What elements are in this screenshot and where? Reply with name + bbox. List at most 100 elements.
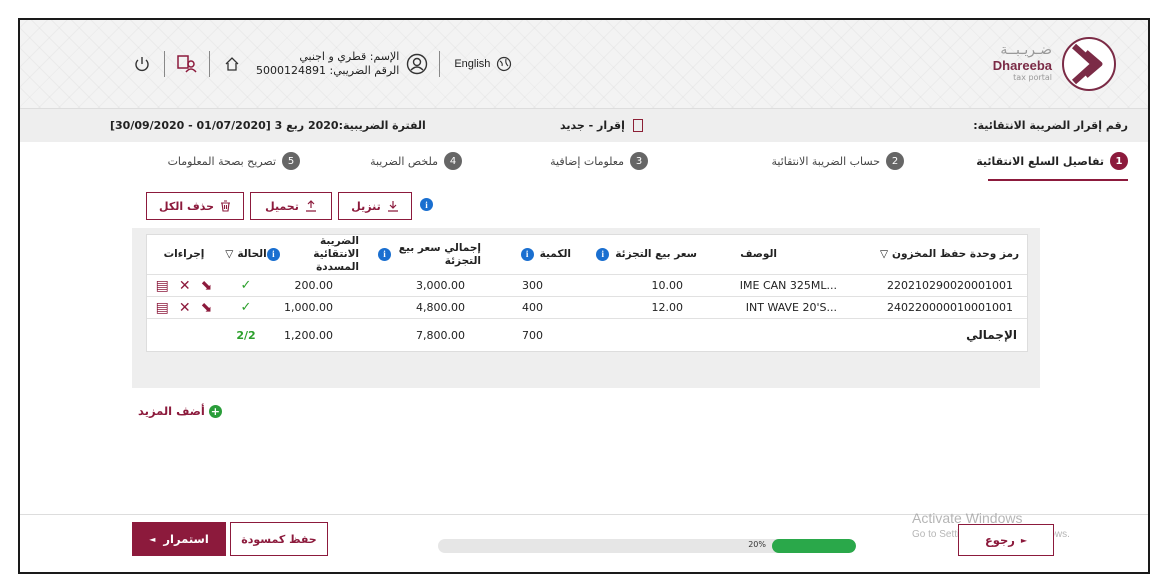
status-check-icon: ✓ (240, 300, 252, 315)
goods-table: رمز وحدة حفظ المخزون ▽ الوصف سعر بيع الت… (146, 234, 1028, 352)
delete-icon[interactable]: ✕ (179, 278, 191, 294)
step-excise-calculation[interactable]: 2 حساب الضريبة الانتقائية (771, 152, 904, 170)
delete-icon[interactable]: ✕ (179, 300, 191, 316)
user-name: الإسم: قطري و اجنبي (299, 50, 400, 63)
delete-all-label: حذف الكل (159, 199, 215, 213)
col-actions-header: إجراءات (147, 235, 221, 274)
view-details-icon[interactable]: ▤ (156, 278, 169, 294)
col-description-header: الوصف (707, 235, 777, 274)
arrow-left-icon: ◄ (149, 534, 156, 544)
cell-total-retail: 4,800.00 (416, 301, 465, 314)
home-icon[interactable] (220, 52, 244, 76)
col-quantity-label: الكمية (539, 248, 571, 260)
cell-sku: 220210290020001001 (887, 279, 1013, 292)
filter-icon[interactable]: ▽ (225, 248, 233, 261)
info-icon[interactable]: i (520, 248, 534, 261)
step-number: 5 (282, 152, 300, 170)
col-total-retail-label: إجمالي سعر بيع التجزئة (398, 241, 481, 267)
cell-description: INT WAVE 20'S... (745, 301, 837, 314)
total-retail: 7,800.00 (416, 328, 465, 342)
active-step-indicator (988, 179, 1128, 181)
goods-table-container: رمز وحدة حفظ المخزون ▽ الوصف سعر بيع الت… (132, 228, 1040, 388)
view-details-icon[interactable]: ▤ (156, 300, 169, 316)
step-declaration[interactable]: 5 تصريح بصحة المعلومات (168, 152, 300, 170)
col-excise-paid-header: الضريبة الانتقائية المسددة i (267, 235, 359, 274)
save-draft-label: حفظ كمسودة (241, 532, 317, 546)
step-label: معلومات إضافية (550, 154, 624, 168)
language-label: English (454, 58, 491, 70)
document-icon (632, 119, 643, 132)
continue-label: استمرار (163, 532, 209, 546)
plus-icon: + (208, 404, 222, 418)
col-excise-paid-label: الضريبة الانتقائية المسددة (313, 235, 359, 273)
col-actions-label: إجراءات (163, 248, 205, 260)
info-icon[interactable]: i (420, 198, 433, 211)
step-additional-info[interactable]: 3 معلومات إضافية (550, 152, 648, 170)
progress-label: 20% (748, 540, 766, 549)
add-more-link[interactable]: + أضف المزيد (138, 404, 222, 418)
power-icon[interactable] (130, 52, 154, 76)
language-switch[interactable]: English (454, 56, 512, 72)
user-info: الإسم: قطري و اجنبي الرقم الضريبي: 50001… (256, 50, 399, 78)
tax-period: الفترة الضريبية:2020 ربع 3 [01/07/2020 -… (110, 119, 426, 132)
user-icon[interactable] (405, 52, 429, 76)
table-row[interactable]: 240220000010001001 INT WAVE 20'S... 12.0… (147, 297, 1027, 319)
trash-icon (221, 200, 231, 212)
upload-label: تحميل (265, 199, 299, 213)
delete-all-button[interactable]: حذف الكل (146, 192, 244, 220)
tax-id: الرقم الضريبي: 5000124891 (256, 64, 400, 77)
valid-count: 2/2 (236, 328, 256, 342)
logo-arabic: ضـريـبــة (1000, 42, 1052, 58)
save-draft-button[interactable]: حفظ كمسودة (230, 522, 328, 556)
row-actions: ⬊ ✕ ▤ (147, 297, 221, 318)
step-label: ملخص الضريبة (370, 154, 438, 168)
edit-icon[interactable]: ⬊ (201, 278, 213, 294)
cell-sku: 240220000010001001 (887, 301, 1013, 314)
table-row[interactable]: 220210290020001001 IME CAN 325ML... 10.0… (147, 275, 1027, 297)
step-excise-goods-details[interactable]: 1 تفاصيل السلع الانتقائية (976, 152, 1128, 170)
app-window: ضـريـبــة Dhareeba tax portal الإسم: قطر… (18, 18, 1150, 574)
cell-quantity: 400 (522, 301, 543, 314)
col-status-header[interactable]: الحالة ▽ (225, 235, 267, 274)
add-more-label: أضف المزيد (138, 404, 205, 418)
back-button[interactable]: ► رجوع (958, 524, 1054, 556)
progress-bar: 20% (438, 539, 856, 553)
step-tax-summary[interactable]: 4 ملخص الضريبة (370, 152, 462, 170)
download-button[interactable]: تنزيل (338, 192, 412, 220)
logo-mark-icon (1062, 37, 1116, 91)
divider (439, 51, 441, 77)
table-header-row: رمز وحدة حفظ المخزون ▽ الوصف سعر بيع الت… (147, 235, 1027, 275)
declaration-info-bar: رقم إقرار الضريبة الانتقائية: إقرار - جد… (20, 108, 1148, 142)
divider (164, 51, 165, 77)
col-status-label: الحالة (237, 248, 267, 260)
download-label: تنزيل (351, 199, 381, 213)
cell-description: IME CAN 325ML... (739, 279, 837, 292)
logo-subtitle: tax portal (1013, 73, 1052, 82)
switch-account-icon[interactable] (175, 52, 199, 76)
col-total-retail-header: إجمالي سعر بيع التجزئة i (371, 235, 481, 274)
cell-excise-paid: 1,000.00 (284, 301, 333, 314)
download-icon (387, 201, 398, 212)
cell-retail-price: 10.00 (651, 279, 684, 292)
filter-icon[interactable]: ▽ (880, 248, 888, 261)
col-description-label: الوصف (740, 248, 777, 260)
upload-button[interactable]: تحميل (250, 192, 332, 220)
info-icon[interactable]: i (596, 248, 610, 261)
continue-button[interactable]: استمرار ◄ (132, 522, 226, 556)
cell-total-retail: 3,000.00 (416, 279, 465, 292)
dhareeba-logo[interactable]: ضـريـبــة Dhareeba tax portal (928, 36, 1118, 92)
logo-english: Dhareeba (992, 58, 1052, 73)
cell-retail-price: 12.00 (651, 301, 684, 314)
row-actions: ⬊ ✕ ▤ (147, 275, 221, 296)
declaration-status-label: إقرار - جديد (560, 119, 625, 132)
info-icon[interactable]: i (267, 248, 280, 261)
step-label: حساب الضريبة الانتقائية (771, 154, 880, 168)
info-icon[interactable]: i (378, 248, 391, 261)
edit-icon[interactable]: ⬊ (201, 300, 213, 316)
step-number: 2 (886, 152, 904, 170)
col-sku-header[interactable]: رمز وحدة حفظ المخزون ▽ (849, 235, 1019, 274)
status-check-icon: ✓ (240, 278, 252, 293)
top-header: ضـريـبــة Dhareeba tax portal الإسم: قطر… (20, 20, 1148, 108)
total-excise-paid: 1,200.00 (284, 328, 333, 342)
step-number: 1 (1110, 152, 1128, 170)
